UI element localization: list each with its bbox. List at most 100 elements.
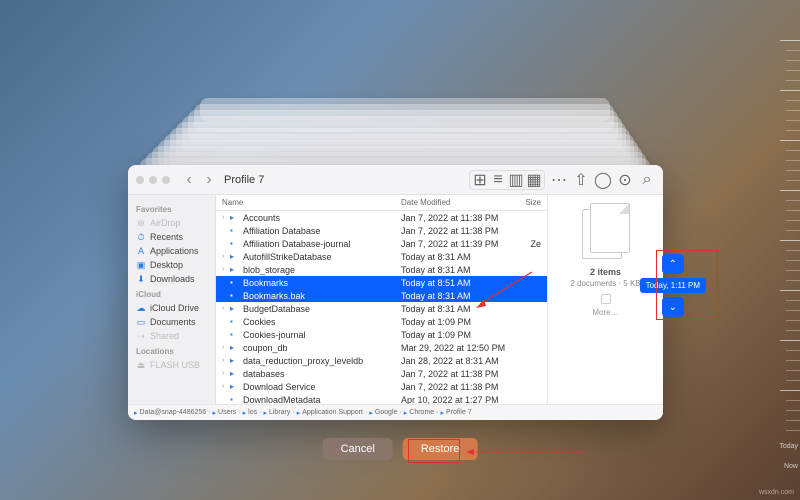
more-button[interactable]: More… — [592, 308, 618, 317]
sidebar-item[interactable]: ⏱Recents — [132, 230, 211, 244]
timeline-tick[interactable] — [786, 270, 800, 271]
file-row[interactable]: ›▸data_reduction_proxy_leveldbJan 28, 20… — [216, 354, 547, 367]
file-row[interactable]: ›▸AutofillStrikeDatabaseToday at 8:31 AM — [216, 250, 547, 263]
timeline-tick[interactable] — [786, 420, 800, 421]
timeline-tick[interactable] — [780, 90, 800, 91]
timeline-tick[interactable] — [780, 40, 800, 41]
timeline-tick[interactable] — [786, 380, 800, 381]
timeline-tick[interactable] — [786, 260, 800, 261]
file-row[interactable]: ▪CookiesToday at 1:09 PM — [216, 315, 547, 328]
timeline-tick[interactable] — [786, 180, 800, 181]
file-row[interactable]: ›▸AccountsJan 7, 2022 at 11:38 PM — [216, 211, 547, 224]
list-header[interactable]: Name Date Modified Size — [216, 195, 547, 211]
timeline-tick[interactable] — [786, 70, 800, 71]
file-icon: ▪ — [230, 291, 240, 300]
timeline-tick[interactable] — [786, 410, 800, 411]
sidebar-item[interactable]: ⬇Downloads — [132, 272, 211, 286]
restore-button[interactable]: Restore — [403, 438, 478, 460]
list-view-button[interactable]: ≡ — [490, 172, 506, 188]
timeline-tick[interactable] — [780, 340, 800, 341]
timeline-tick[interactable] — [786, 210, 800, 211]
path-segment[interactable]: Profile 7 — [446, 409, 472, 416]
timeline-tick[interactable] — [786, 100, 800, 101]
file-list[interactable]: Name Date Modified Size ›▸AccountsJan 7,… — [216, 195, 547, 404]
timeline-tick[interactable] — [786, 300, 800, 301]
timeline-tick[interactable] — [786, 370, 800, 371]
timeline-tick[interactable] — [780, 190, 800, 191]
timeline-tick[interactable] — [786, 360, 800, 361]
col-date[interactable]: Date Modified — [401, 198, 511, 207]
timeline-tick[interactable] — [786, 50, 800, 51]
share-button[interactable]: ⇧ — [573, 172, 589, 188]
path-segment[interactable]: Library — [269, 409, 290, 416]
sidebar-item[interactable]: ▣Desktop — [132, 258, 211, 272]
minimize-icon[interactable] — [149, 176, 157, 184]
file-row[interactable]: ▪Affiliation Database-journalJan 7, 2022… — [216, 237, 547, 250]
sidebar-section: Locations — [136, 347, 211, 356]
file-row[interactable]: ▪Cookies-journalToday at 1:09 PM — [216, 328, 547, 341]
timeline-tick[interactable] — [786, 310, 800, 311]
timeline-tick[interactable] — [786, 200, 800, 201]
timeline-tick[interactable] — [786, 350, 800, 351]
timeline-tick[interactable] — [786, 170, 800, 171]
tag-button[interactable]: ◯ — [595, 172, 611, 188]
zoom-icon[interactable] — [162, 176, 170, 184]
sidebar-item[interactable]: AApplications — [132, 244, 211, 258]
timeline-tick[interactable] — [786, 250, 800, 251]
time-down-button[interactable]: ⌄ — [662, 297, 684, 317]
col-name[interactable]: Name — [222, 198, 401, 207]
traffic-lights[interactable] — [136, 176, 170, 184]
time-up-button[interactable]: ⌃ — [662, 254, 684, 274]
path-segment[interactable]: Chrome — [409, 409, 434, 416]
file-row[interactable]: ▪Affiliation DatabaseJan 7, 2022 at 11:3… — [216, 224, 547, 237]
path-segment[interactable]: Google — [375, 409, 398, 416]
forward-button[interactable]: › — [202, 173, 216, 187]
timeline-tick[interactable] — [780, 390, 800, 391]
timeline-tick[interactable] — [786, 120, 800, 121]
timeline-tick[interactable] — [786, 320, 800, 321]
back-button[interactable]: ‹ — [182, 173, 196, 187]
timeline-tick[interactable] — [786, 230, 800, 231]
cancel-button[interactable]: Cancel — [323, 438, 393, 460]
close-icon[interactable] — [136, 176, 144, 184]
path-segment[interactable]: Users — [218, 409, 236, 416]
file-row[interactable]: ›▸blob_storageToday at 8:31 AM — [216, 263, 547, 276]
timeline-tick[interactable] — [780, 140, 800, 141]
path-segment[interactable]: los — [248, 409, 257, 416]
file-row[interactable]: ▪DownloadMetadataApr 10, 2022 at 1:27 PM — [216, 393, 547, 404]
file-row[interactable]: ›▸Download ServiceJan 7, 2022 at 11:38 P… — [216, 380, 547, 393]
col-size[interactable]: Size — [511, 198, 541, 207]
path-separator: › — [208, 409, 210, 416]
path-bar[interactable]: ▸Data@snap-4486256›▸Users›▸los›▸Library›… — [128, 404, 663, 420]
file-row[interactable]: ›▸databasesJan 7, 2022 at 11:38 PM — [216, 367, 547, 380]
timeline-tick[interactable] — [786, 400, 800, 401]
timeline-tick[interactable] — [786, 150, 800, 151]
sidebar-item: ⏏FLASH USB — [132, 358, 211, 372]
timeline-tick[interactable] — [786, 280, 800, 281]
timeline-tick[interactable] — [780, 240, 800, 241]
timeline-tick[interactable] — [786, 60, 800, 61]
timeline-tick[interactable] — [786, 110, 800, 111]
path-segment[interactable]: Data@snap-4486256 — [140, 409, 207, 416]
file-row[interactable]: ▪Bookmarks.bakToday at 8:31 AM — [216, 289, 547, 302]
timeline[interactable]: TodayNow — [760, 40, 800, 480]
search-button[interactable]: ⌕ — [639, 172, 655, 188]
action-button[interactable]: ⊙ — [617, 172, 633, 188]
file-row[interactable]: ▪BookmarksToday at 8:51 AM — [216, 276, 547, 289]
timeline-tick[interactable] — [786, 80, 800, 81]
sidebar-item[interactable]: ▭Documents — [132, 315, 211, 329]
timeline-tick[interactable] — [780, 290, 800, 291]
timeline-tick[interactable] — [786, 130, 800, 131]
timeline-tick[interactable] — [786, 330, 800, 331]
timeline-tick[interactable] — [786, 160, 800, 161]
file-row[interactable]: ›▸BudgetDatabaseToday at 8:31 AM — [216, 302, 547, 315]
icon-view-button[interactable]: ⊞ — [472, 172, 488, 188]
group-button[interactable]: ⋯ — [551, 172, 567, 188]
sidebar-item[interactable]: ☁iCloud Drive — [132, 301, 211, 315]
path-segment[interactable]: Application Support — [302, 409, 363, 416]
gallery-view-button[interactable]: ▦ — [526, 172, 542, 188]
timeline-tick[interactable] — [786, 430, 800, 431]
file-row[interactable]: ›▸coupon_dbMar 29, 2022 at 12:50 PM — [216, 341, 547, 354]
column-view-button[interactable]: ▥ — [508, 172, 524, 188]
timeline-tick[interactable] — [786, 220, 800, 221]
